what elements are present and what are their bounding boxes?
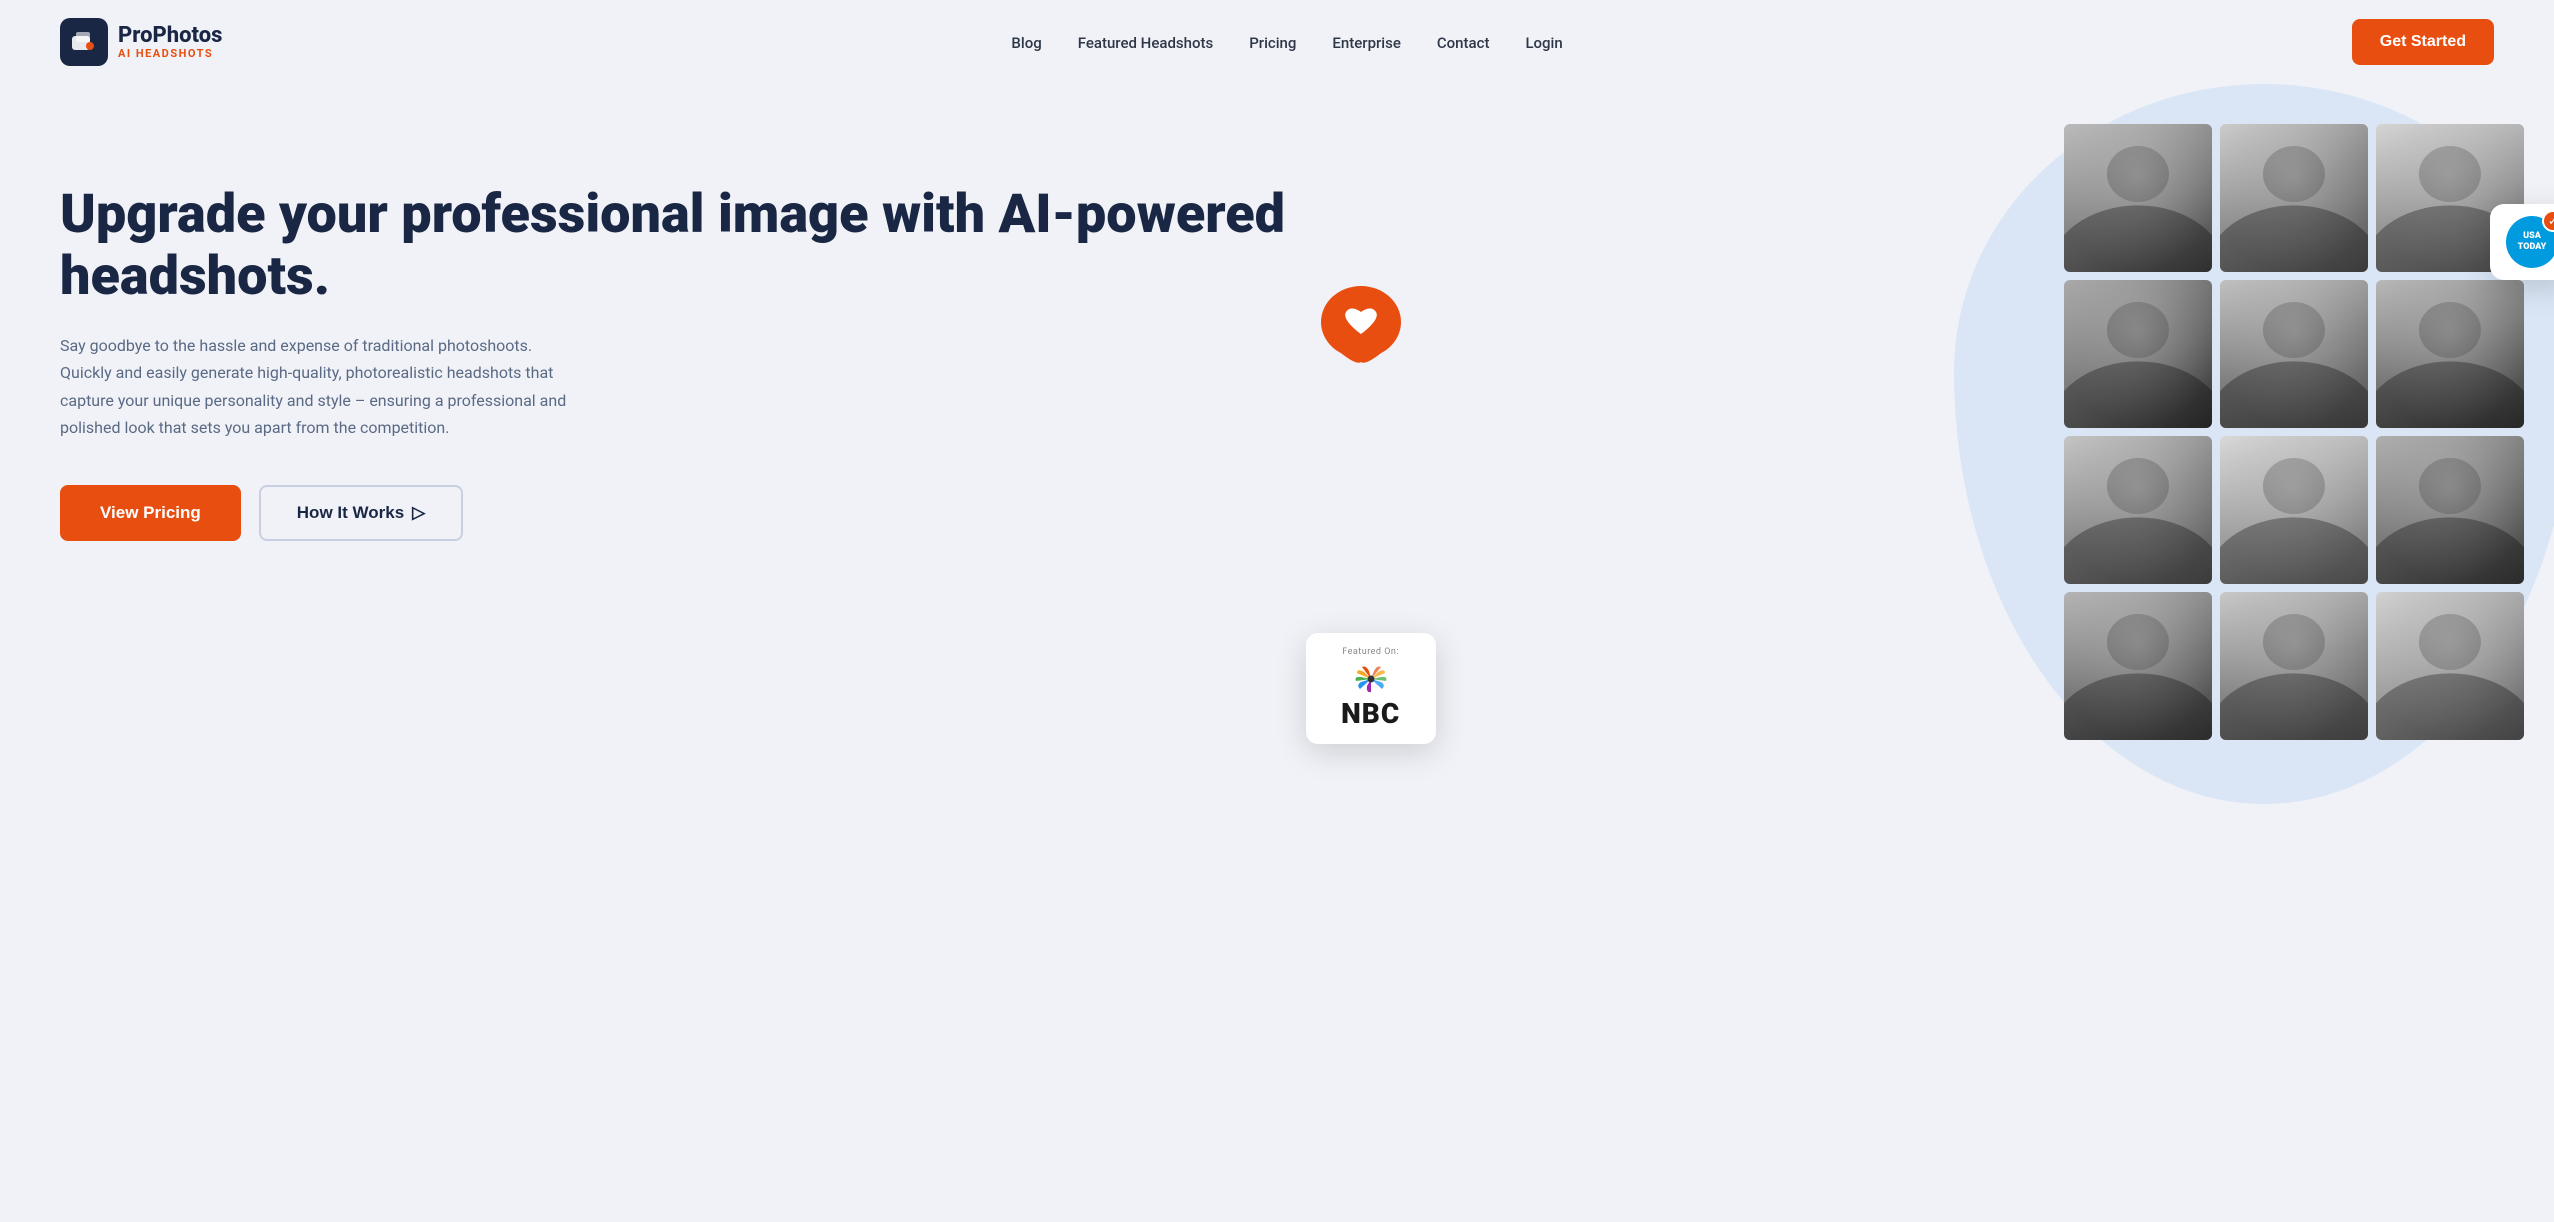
headshot-portrait-7: [2064, 436, 2212, 584]
headshot-portrait-5: [2220, 280, 2368, 428]
logo[interactable]: ProPhotos AI HEADSHOTS: [60, 18, 222, 66]
headshot-cell-6: [2376, 280, 2524, 428]
nbc-featured-label: Featured On:: [1324, 647, 1418, 657]
get-started-button[interactable]: Get Started: [2352, 19, 2494, 65]
hero-buttons: View Pricing How It Works ▷: [60, 485, 1286, 541]
headshot-cell-9: [2376, 436, 2524, 584]
hero-title: Upgrade your professional image with AI-…: [60, 184, 1286, 308]
headshot-portrait-10: [2064, 592, 2212, 740]
how-it-works-button[interactable]: How It Works ▷: [259, 485, 463, 541]
hero-visual: Featured On: NBC: [1326, 124, 2494, 824]
nav-item-enterprise[interactable]: Enterprise: [1332, 33, 1400, 52]
headshot-portrait-12: [2376, 592, 2524, 740]
headshot-cell-10: [2064, 592, 2212, 740]
headshot-portrait-11: [2220, 592, 2368, 740]
usa-today-line1: USA: [2523, 231, 2541, 242]
hero-section: Upgrade your professional image with AI-…: [0, 84, 2554, 1220]
headshot-cell-7: [2064, 436, 2212, 584]
play-icon: ▷: [412, 503, 425, 523]
nbc-logo-text: NBC: [1324, 697, 1418, 730]
brand-name: ProPhotos: [118, 24, 222, 48]
logo-text: ProPhotos AI HEADSHOTS: [118, 24, 222, 60]
headshot-portrait-2: [2220, 124, 2368, 272]
how-it-works-label: How It Works: [297, 503, 404, 523]
nav-item-blog[interactable]: Blog: [1011, 33, 1041, 52]
nav-item-login[interactable]: Login: [1525, 33, 1562, 52]
heart-chat-bubble: [1316, 284, 1406, 374]
nav-item-featured[interactable]: Featured Headshots: [1078, 33, 1213, 52]
headshot-portrait-4: [2064, 280, 2212, 428]
view-pricing-button[interactable]: View Pricing: [60, 485, 241, 541]
nbc-badge: Featured On: NBC: [1306, 633, 1436, 744]
usa-today-badge: USA TODAY ✓: [2490, 204, 2554, 280]
headshot-cell-5: [2220, 280, 2368, 428]
navbar: ProPhotos AI HEADSHOTS Blog Featured Hea…: [0, 0, 2554, 84]
headshot-cell-4: [2064, 280, 2212, 428]
usa-today-wrapper: USA TODAY ✓: [2506, 216, 2554, 268]
nbc-peacock-logo: [1324, 663, 1418, 695]
logo-icon: [60, 18, 108, 66]
headshot-cell-11: [2220, 592, 2368, 740]
headshot-portrait-6: [2376, 280, 2524, 428]
headshot-cell-1: [2064, 124, 2212, 272]
headshot-grid: [2064, 124, 2524, 740]
hero-description: Say goodbye to the hassle and expense of…: [60, 332, 580, 441]
headshot-portrait-1: [2064, 124, 2212, 272]
nav-item-pricing[interactable]: Pricing: [1249, 33, 1296, 52]
headshot-cell-12: [2376, 592, 2524, 740]
headshot-cell-8: [2220, 436, 2368, 584]
nav-links: Blog Featured Headshots Pricing Enterpri…: [1011, 33, 1562, 52]
headshot-portrait-8: [2220, 436, 2368, 584]
usa-today-line2: TODAY: [2518, 242, 2547, 253]
brand-tagline: AI HEADSHOTS: [118, 48, 222, 60]
headshot-cell-2: [2220, 124, 2368, 272]
nav-item-contact[interactable]: Contact: [1437, 33, 1490, 52]
hero-content: Upgrade your professional image with AI-…: [60, 124, 1326, 541]
headshot-portrait-9: [2376, 436, 2524, 584]
